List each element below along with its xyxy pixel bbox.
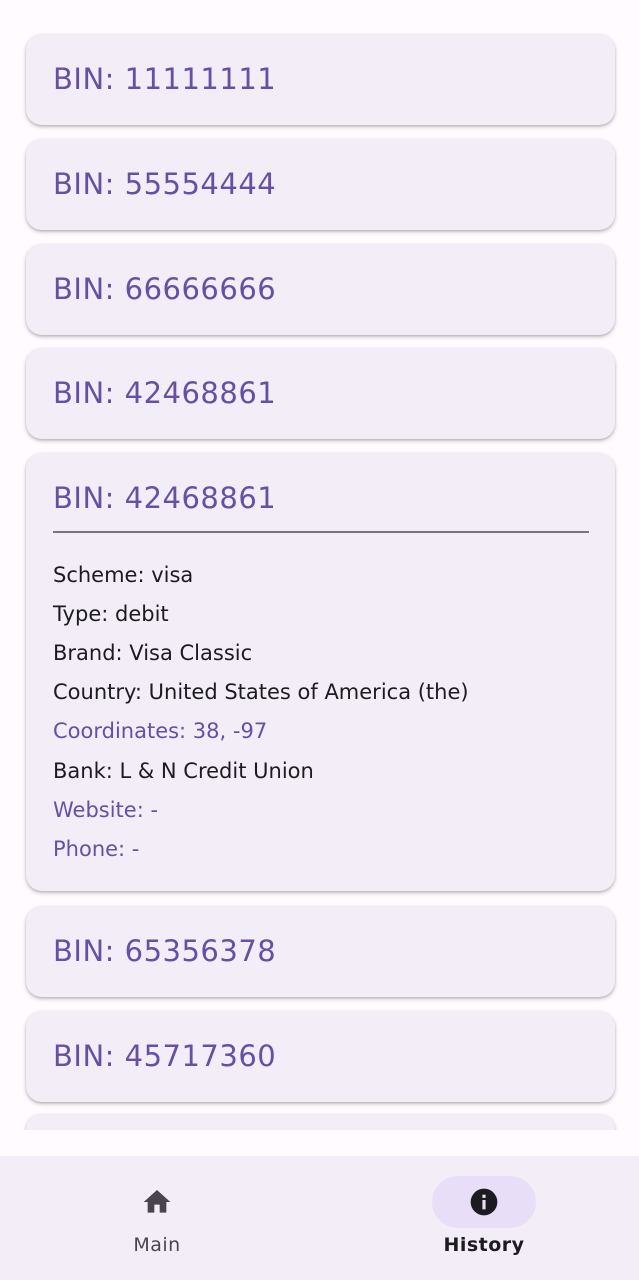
nav-label-main: Main — [133, 1234, 181, 1256]
nav-item-main[interactable]: Main — [57, 1156, 257, 1280]
list-top-edge — [0, 0, 639, 24]
history-card[interactable]: BIN: 55554444 — [26, 139, 615, 230]
scheme-text: Scheme: visa — [53, 563, 194, 587]
country-text: Country: United States of America (the) — [53, 680, 469, 704]
history-screen: BIN: 11111111 BIN: 55554444 BIN: 6666666… — [0, 0, 639, 1280]
coordinates-link[interactable]: Coordinates: 38, -97 — [53, 719, 267, 743]
history-card[interactable]: BIN: 11111111 — [26, 34, 615, 125]
brand-text: Brand: Visa Classic — [53, 641, 253, 665]
history-card[interactable]: BIN: 42468861 — [26, 348, 615, 439]
bin-title: BIN: 66666666 — [53, 272, 277, 306]
website-link[interactable]: Website: - — [53, 798, 158, 822]
history-card[interactable]: BIN: 45717360 — [26, 1011, 615, 1102]
phone-link[interactable]: Phone: - — [53, 837, 139, 861]
home-icon — [143, 1190, 171, 1213]
info-icon — [470, 1188, 498, 1216]
history-card-expanded[interactable]: BIN: 42468861 Scheme: visa Type: debit B… — [26, 453, 615, 891]
bottom-navigation-bar: Main History — [0, 1156, 639, 1280]
bin-title: BIN: 65356378 — [53, 934, 277, 968]
bin-title: BIN: 45717360 — [53, 1039, 277, 1073]
type-text: Type: debit — [53, 602, 169, 626]
bin-title: BIN: 42468861 — [53, 376, 277, 410]
nav-label-history: History — [443, 1234, 525, 1256]
card-divider — [53, 531, 589, 533]
bin-title: BIN: 55554444 — [53, 167, 277, 201]
nav-item-history[interactable]: History — [384, 1156, 584, 1280]
bin-title: BIN: 11111111 — [53, 62, 277, 96]
bank-text: Bank: L & N Credit Union — [53, 759, 314, 783]
history-card-partial[interactable] — [26, 1114, 615, 1130]
history-card[interactable]: BIN: 65356378 — [26, 906, 615, 997]
history-card[interactable]: BIN: 66666666 — [26, 244, 615, 335]
history-list[interactable]: BIN: 11111111 BIN: 55554444 BIN: 6666666… — [0, 0, 639, 1130]
